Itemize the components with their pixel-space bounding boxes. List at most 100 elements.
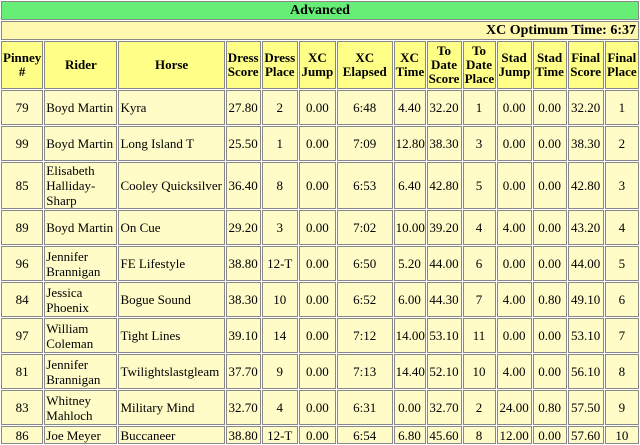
dress-score-cell: 27.80 [225, 90, 261, 125]
xc-jump-cell: 0.00 [298, 162, 336, 209]
to-date-score-cell: 39.20 [426, 210, 462, 245]
horse-cell: Twilightslastgleam [118, 354, 225, 389]
table-row: 89 Boyd Martin On Cue 29.20 3 0.00 7:02 … [1, 210, 639, 245]
stad-jump-cell: 0.00 [496, 126, 532, 161]
stad-time-cell: 0.00 [532, 318, 567, 353]
xc-elapsed-cell: 7:02 [336, 210, 393, 245]
dress-score-cell: 37.70 [225, 354, 261, 389]
xc-elapsed-cell: 6:48 [336, 90, 393, 125]
stad-jump-cell: 0.00 [496, 246, 532, 281]
rider-cell: Jennifer Brannigan [44, 246, 118, 281]
to-date-score-cell: 44.30 [426, 282, 462, 317]
dress-place-cell: 12-T [261, 426, 298, 444]
final-place-cell: 1 [604, 90, 639, 125]
dress-place-cell: 1 [261, 126, 298, 161]
to-date-place-cell: 2 [462, 390, 496, 425]
xc-jump-cell: 0.00 [298, 426, 336, 444]
to-date-place-cell: 10 [462, 354, 496, 389]
table-row: 79 Boyd Martin Kyra 27.80 2 0.00 6:48 4.… [1, 90, 639, 125]
pinney-cell: 89 [1, 210, 44, 245]
horse-cell: Long Island T [118, 126, 225, 161]
stad-time-cell: 0.00 [532, 246, 567, 281]
xc-time-cell: 12.80 [393, 126, 426, 161]
horse-cell: Cooley Quicksilver [118, 162, 225, 209]
xc-time-cell: 6.40 [393, 162, 426, 209]
horse-cell: Military Mind [118, 390, 225, 425]
stad-time-cell: 0.00 [532, 126, 567, 161]
to-date-place-cell: 1 [462, 90, 496, 125]
xc-time-cell: 6.00 [393, 282, 426, 317]
final-score-cell: 56.10 [567, 354, 604, 389]
stad-time-cell: 0.00 [532, 426, 567, 444]
table-row: 96 Jennifer Brannigan FE Lifestyle 38.80… [1, 246, 639, 281]
horse-cell: On Cue [118, 210, 225, 245]
final-score-cell: 32.20 [567, 90, 604, 125]
horse-cell: Kyra [118, 90, 225, 125]
to-date-place-cell: 7 [462, 282, 496, 317]
xc-time-cell: 0.00 [393, 390, 426, 425]
to-date-score-cell: 38.30 [426, 126, 462, 161]
rider-cell: Boyd Martin [44, 210, 118, 245]
table-row: 83 Whitney Mahloch Military Mind 32.70 4… [1, 390, 639, 425]
header-stad-time: Stad Time [532, 41, 567, 89]
column-header-row: Pinney # Rider Horse Dress Score Dress P… [1, 41, 639, 89]
xc-elapsed-cell: 6:52 [336, 282, 393, 317]
final-score-cell: 43.20 [567, 210, 604, 245]
final-place-cell: 10 [604, 426, 639, 444]
xc-elapsed-cell: 7:13 [336, 354, 393, 389]
to-date-score-cell: 45.60 [426, 426, 462, 444]
dress-score-cell: 25.50 [225, 126, 261, 161]
to-date-place-cell: 8 [462, 426, 496, 444]
rider-cell: Whitney Mahloch [44, 390, 118, 425]
rider-cell: Jennifer Brannigan [44, 354, 118, 389]
to-date-score-cell: 53.10 [426, 318, 462, 353]
final-score-cell: 44.00 [567, 246, 604, 281]
final-score-cell: 42.80 [567, 162, 604, 209]
xc-jump-cell: 0.00 [298, 210, 336, 245]
header-xc-jump: XC Jump [298, 41, 336, 89]
header-rider: Rider [44, 41, 118, 89]
dress-place-cell: 10 [261, 282, 298, 317]
dress-score-cell: 29.20 [225, 210, 261, 245]
table-row: 81 Jennifer Brannigan Twilightslastgleam… [1, 354, 639, 389]
xc-elapsed-cell: 7:12 [336, 318, 393, 353]
dress-place-cell: 9 [261, 354, 298, 389]
xc-jump-cell: 0.00 [298, 282, 336, 317]
header-final-place: Final Place [604, 41, 639, 89]
xc-elapsed-cell: 6:54 [336, 426, 393, 444]
to-date-place-cell: 11 [462, 318, 496, 353]
stad-time-cell: 0.00 [532, 210, 567, 245]
dress-place-cell: 3 [261, 210, 298, 245]
pinney-cell: 99 [1, 126, 44, 161]
xc-jump-cell: 0.00 [298, 246, 336, 281]
final-place-cell: 6 [604, 282, 639, 317]
to-date-place-cell: 5 [462, 162, 496, 209]
optimum-time: XC Optimum Time: 6:37 [1, 21, 639, 40]
dress-score-cell: 38.80 [225, 426, 261, 444]
table-row: 86 Joe Meyer Buccaneer 38.80 12-T 0.00 6… [1, 426, 639, 444]
xc-time-cell: 10.00 [393, 210, 426, 245]
header-stad-jump: Stad Jump [496, 41, 532, 89]
header-horse: Horse [118, 41, 225, 89]
pinney-cell: 84 [1, 282, 44, 317]
final-score-cell: 57.60 [567, 426, 604, 444]
dress-place-cell: 14 [261, 318, 298, 353]
division-title: Advanced [1, 1, 639, 20]
table-row: 97 William Coleman Tight Lines 39.10 14 … [1, 318, 639, 353]
xc-jump-cell: 0.00 [298, 318, 336, 353]
header-to-date-score: To Date Score [426, 41, 462, 89]
to-date-place-cell: 4 [462, 210, 496, 245]
stad-jump-cell: 4.00 [496, 210, 532, 245]
xc-jump-cell: 0.00 [298, 390, 336, 425]
dress-place-cell: 8 [261, 162, 298, 209]
horse-cell: Tight Lines [118, 318, 225, 353]
stad-jump-cell: 4.00 [496, 354, 532, 389]
rider-cell: Boyd Martin [44, 90, 118, 125]
xc-elapsed-cell: 7:09 [336, 126, 393, 161]
dress-place-cell: 12-T [261, 246, 298, 281]
header-xc-time: XC Time [393, 41, 426, 89]
header-final-score: Final Score [567, 41, 604, 89]
pinney-cell: 86 [1, 426, 44, 444]
final-score-cell: 49.10 [567, 282, 604, 317]
pinney-cell: 85 [1, 162, 44, 209]
